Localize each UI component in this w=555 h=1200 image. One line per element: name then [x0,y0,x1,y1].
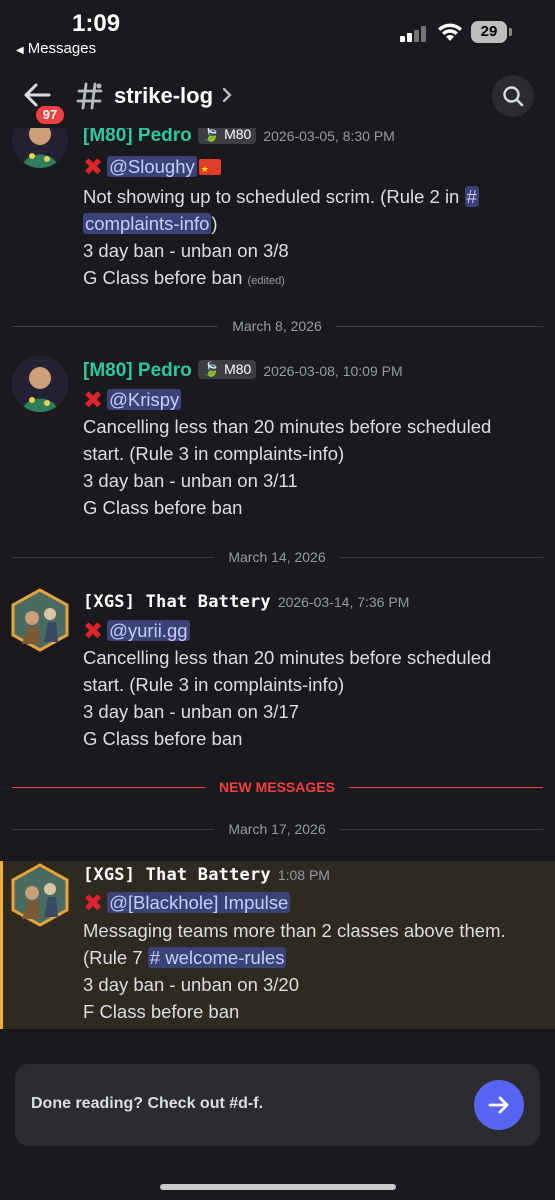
message-text: G Class before ban [83,267,243,288]
user-mention[interactable]: @Sloughy [107,156,197,177]
message-header: [XGS] That Battery 1:08 PM [83,865,330,885]
server-tag[interactable]: 🍃 M80 [197,360,257,379]
message-text: 3 day ban - unban on 3/8 [83,240,289,261]
china-flag-icon [198,156,221,183]
channel-name[interactable]: strike-log [114,83,213,109]
author-name[interactable]: [XGS] That Battery [83,592,271,612]
done-reading-banner[interactable]: Done reading? Check out #d-f. [15,1064,540,1146]
message-text: 3 day ban - unban on 3/11 [83,470,298,491]
message-header: [M80] Pedro 🍃 M80 2026-03-08, 10:09 PM [83,360,403,382]
search-icon [503,86,524,107]
server-tag[interactable]: 🍃 M80 [197,128,257,144]
date-divider-label: March 8, 2026 [218,318,336,334]
message-line: ✖ @Sloughy [83,153,221,183]
timestamp: 1:08 PM [277,867,330,883]
date-divider-label: March 17, 2026 [214,821,340,837]
message-text: G Class before ban [83,728,243,749]
message-header: [XGS] That Battery 2026-03-14, 7:36 PM [83,592,409,612]
timestamp: 2026-03-08, 10:09 PM [263,363,403,379]
message-line: ✖ @[Blackhole] Impulse [83,889,291,917]
author-avatar[interactable] [10,588,70,652]
leaf-icon: 🍃 [202,128,221,142]
message-line: Not showing up to scheduled scrim. (Rule… [83,183,479,210]
back-to-app-link[interactable]: ◀ Messages [16,40,96,57]
timestamp: 2026-03-05, 8:30 PM [263,128,395,144]
back-app-label: Messages [27,40,97,57]
arrow-right-icon [488,1096,509,1114]
message-line: G Class before ban (edited) [83,264,285,295]
go-to-channel-button[interactable] [474,1080,524,1130]
author-name[interactable]: [M80] Pedro [83,128,192,146]
leaf-icon: 🍃 [202,361,221,377]
message-text: Cancelling less than 20 minutes before s… [83,416,492,437]
message-text: Cancelling less than 20 minutes before s… [83,647,492,668]
channel-mention[interactable]: complaints-info [83,213,212,234]
message-text: Messaging teams more than 2 classes abov… [83,920,506,941]
message-text: (Rule 7 [83,947,148,968]
author-avatar[interactable] [12,356,68,412]
tag-label: M80 [224,128,252,142]
date-divider-label: March 14, 2026 [214,549,340,565]
cellular-signal-icon [400,26,428,42]
channel-header: 97 strike-log [0,66,555,128]
new-messages-label: NEW MESSAGES [205,779,349,795]
clock: 1:09 [72,10,121,37]
user-mention[interactable]: @Krispy [107,389,182,410]
author-avatar[interactable] [12,128,68,168]
message-line: (Rule 7 # welcome-rules [83,944,287,971]
chevron-right-icon[interactable] [221,86,233,104]
message-text: G Class before ban [83,497,243,518]
edited-label: (edited) [247,275,285,287]
user-mention[interactable]: @[Blackhole] Impulse [107,892,291,913]
author-avatar[interactable] [10,863,70,927]
battery-tip [509,28,512,36]
unread-badge: 97 [34,104,66,126]
red-x-icon: ✖ [83,154,104,181]
message-line: ✖ @Krispy [83,386,182,414]
message-feed[interactable]: [M80] Pedro 🍃 M80 2026-03-05, 8:30 PM ✖ @Sl… [0,128,555,1030]
red-x-icon: ✖ [83,618,104,645]
channel-mention-hash[interactable]: # [464,186,479,207]
red-x-icon: ✖ [83,890,104,917]
message-text: Not showing up to scheduled scrim. (Rule… [83,186,465,207]
message-text: F Class before ban [83,1001,240,1022]
red-x-icon: ✖ [83,387,104,414]
message-header: [M80] Pedro 🍃 M80 2026-03-05, 8:30 PM [83,128,395,147]
timestamp: 2026-03-14, 7:36 PM [277,594,410,610]
user-mention[interactable]: @yurii.gg [107,620,190,641]
search-button[interactable] [492,75,534,117]
message-text: 3 day ban - unban on 3/20 [83,974,300,995]
message-text: start. (Rule 3 in complaints-info) [83,443,345,464]
tag-label: M80 [224,361,252,377]
status-bar: 1:09 ◀ Messages 29 [0,0,555,66]
message-line: ✖ @yurii.gg [83,617,190,645]
message-text: ) [211,213,218,234]
message-text: start. (Rule 3 in complaints-info) [83,674,345,695]
wifi-icon [438,23,462,41]
author-name[interactable]: [XGS] That Battery [83,865,271,885]
channel-hash-icon [76,82,103,110]
home-indicator[interactable] [160,1184,396,1190]
back-triangle-icon: ◀ [16,45,24,56]
channel-mention[interactable]: # welcome-rules [147,947,287,968]
message-text: 3 day ban - unban on 3/17 [83,701,300,722]
author-name[interactable]: [M80] Pedro [83,360,192,381]
message-line: complaints-info) [83,210,218,237]
done-reading-text: Done reading? Check out #d-f. [31,1095,264,1112]
battery-indicator: 29 [471,21,507,43]
